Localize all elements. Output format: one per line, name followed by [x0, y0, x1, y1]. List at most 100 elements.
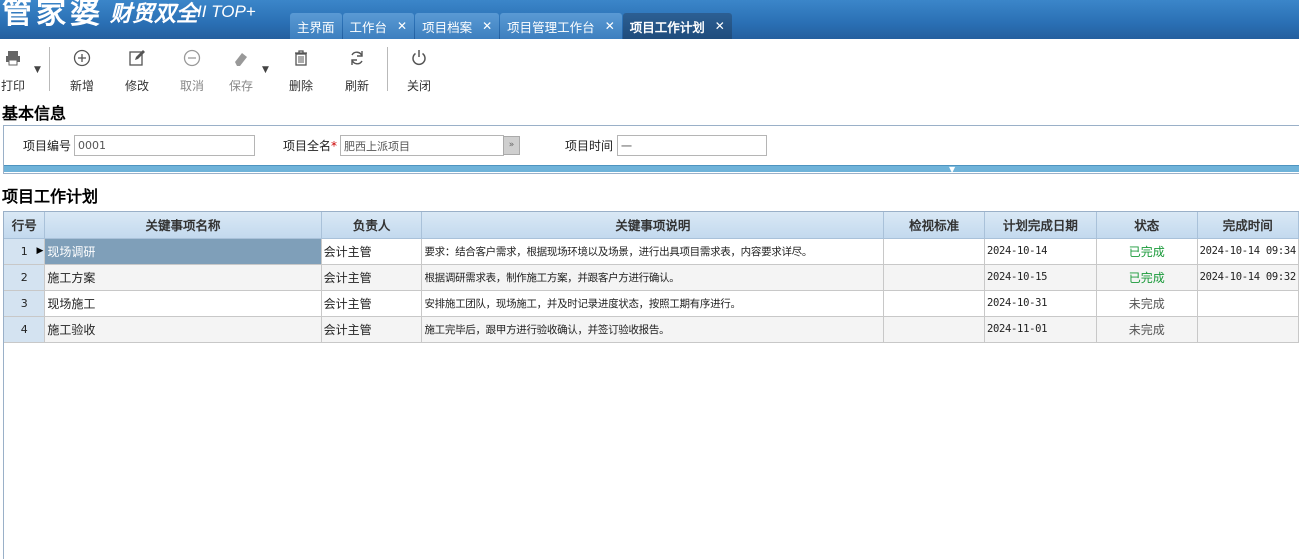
- add-label: 新增: [69, 79, 94, 93]
- refresh-icon: [341, 49, 373, 71]
- lookup-button[interactable]: »: [503, 136, 520, 155]
- eraser-icon: [225, 49, 257, 71]
- table-row[interactable]: 2 施工方案 会计主管 根据调研需求表，制作施工方案，并跟客户方进行确认。 20…: [4, 264, 1299, 291]
- plan-table: 行号 关键事项名称 负责人 关键事项说明 检视标准 计划完成日期 状态 完成时间…: [4, 212, 1299, 343]
- cancel-button[interactable]: 取消: [176, 49, 208, 93]
- table-row[interactable]: 4 施工验收 会计主管 施工完毕后，跟甲方进行验收确认，并签订验收报告。 202…: [4, 316, 1299, 343]
- cell-description[interactable]: 施工完毕后，跟甲方进行验收确认，并签订验收报告。: [421, 316, 885, 343]
- tab-home[interactable]: 主界面: [290, 13, 342, 39]
- collapse-arrow-icon[interactable]: ▼: [949, 166, 955, 174]
- chevron-down-icon[interactable]: ▼: [262, 65, 269, 75]
- tab-project-archive[interactable]: 项目档案 ✕: [415, 13, 500, 39]
- refresh-button[interactable]: 刷新: [341, 49, 373, 93]
- row-number: 3: [4, 290, 46, 317]
- cell-plan-date[interactable]: 2024-10-15: [984, 264, 1097, 291]
- cell-owner[interactable]: 会计主管: [321, 264, 423, 291]
- delete-button[interactable]: 删除: [285, 49, 317, 93]
- plus-circle-icon: [66, 49, 98, 71]
- title-bar: 管家婆 财贸双全 II TOP+ 主界面 工作台 ✕ 项目档案 ✕ 项目管理工作…: [0, 0, 1299, 39]
- cell-standard[interactable]: [883, 316, 985, 343]
- cancel-label: 取消: [179, 79, 204, 93]
- project-name-label: 项目全名*: [283, 137, 337, 154]
- tab-label: 项目管理工作台: [507, 19, 595, 35]
- project-time-label: 项目时间: [565, 139, 614, 153]
- cell-name[interactable]: 现场调研: [44, 238, 322, 265]
- cell-done-time[interactable]: 2024-10-14 09:32: [1197, 264, 1299, 291]
- cell-status[interactable]: 未完成: [1096, 316, 1198, 343]
- table-header-row: 行号 关键事项名称 负责人 关键事项说明 检视标准 计划完成日期 状态 完成时间: [4, 212, 1299, 239]
- cell-status[interactable]: 已完成: [1096, 238, 1198, 265]
- cell-status[interactable]: 未完成: [1096, 290, 1198, 317]
- cell-done-time[interactable]: 2024-10-14 09:34: [1197, 238, 1299, 265]
- cell-name[interactable]: 现场施工: [44, 290, 322, 317]
- cell-status[interactable]: 已完成: [1096, 264, 1198, 291]
- close-label: 关闭: [406, 79, 431, 93]
- col-header-plan-date[interactable]: 计划完成日期: [984, 212, 1097, 239]
- tab-label: 主界面: [297, 19, 335, 35]
- cell-standard[interactable]: [883, 238, 985, 265]
- cell-owner[interactable]: 会计主管: [321, 290, 423, 317]
- cell-plan-date[interactable]: 2024-10-14: [984, 238, 1097, 265]
- cell-owner[interactable]: 会计主管: [321, 238, 423, 265]
- plan-title: 项目工作计划: [2, 187, 99, 206]
- cell-name[interactable]: 施工验收: [44, 316, 322, 343]
- save-button[interactable]: 保存: [225, 49, 257, 93]
- refresh-label: 刷新: [344, 79, 369, 93]
- cell-plan-date[interactable]: 2024-10-31: [984, 290, 1097, 317]
- tab-label: 工作台: [349, 19, 388, 35]
- close-icon[interactable]: ✕: [397, 19, 407, 33]
- col-header-name[interactable]: 关键事项名称: [44, 212, 322, 239]
- add-button[interactable]: 新增: [66, 49, 98, 93]
- tab-project-management-workbench[interactable]: 项目管理工作台 ✕: [500, 13, 622, 39]
- project-code-field[interactable]: [74, 135, 255, 156]
- cell-done-time[interactable]: [1197, 290, 1299, 317]
- cell-description[interactable]: 要求：结合客户需求，根据现场环境以及场景，进行出具项目需求表，内容要求详尽。: [421, 238, 885, 265]
- tab-project-work-plan[interactable]: 项目工作计划 ✕: [622, 13, 732, 39]
- logo-version: II TOP+: [197, 2, 256, 21]
- cell-owner[interactable]: 会计主管: [321, 316, 423, 343]
- cell-description[interactable]: 安排施工团队，现场施工，并及时记录进度状态，按照工期有序进行。: [421, 290, 885, 317]
- basic-info-panel: 项目编号 项目全名* » 项目时间 ▼: [3, 125, 1299, 174]
- close-icon[interactable]: ✕: [605, 19, 615, 33]
- power-icon: [403, 49, 435, 71]
- col-header-status[interactable]: 状态: [1096, 212, 1198, 239]
- edit-label: 修改: [124, 79, 149, 93]
- table-row[interactable]: 1 ▶ 现场调研 会计主管 要求：结合客户需求，根据现场环境以及场景，进行出具项目…: [4, 238, 1299, 265]
- tab-label: 项目档案: [422, 19, 473, 35]
- edit-icon: [121, 49, 153, 71]
- logo-sub: 财贸双全: [110, 1, 199, 27]
- cell-standard[interactable]: [883, 264, 985, 291]
- print-button[interactable]: 打印: [0, 49, 26, 93]
- cell-standard[interactable]: [883, 290, 985, 317]
- col-header-row-no[interactable]: 行号: [4, 212, 46, 239]
- project-time-field[interactable]: [617, 135, 767, 156]
- col-header-standard[interactable]: 检视标准: [883, 212, 985, 239]
- table-row[interactable]: 3 现场施工 会计主管 安排施工团队，现场施工，并及时记录进度状态，按照工期有序…: [4, 290, 1299, 317]
- toolbar: 打印 ▼ 新增 修改 取消 保存 ▼ 删除 刷新 关闭: [0, 39, 1299, 93]
- row-pointer-icon: ▶: [36, 245, 44, 256]
- basic-info-title: 基本信息: [2, 104, 67, 123]
- col-header-owner[interactable]: 负责人: [321, 212, 423, 239]
- save-label: 保存: [228, 79, 253, 93]
- close-icon[interactable]: ✕: [482, 19, 492, 33]
- cell-description[interactable]: 根据调研需求表，制作施工方案，并跟客户方进行确认。: [421, 264, 885, 291]
- panel-splitter[interactable]: ▼: [4, 165, 1299, 174]
- tab-workbench[interactable]: 工作台 ✕: [342, 13, 415, 39]
- tab-label: 项目工作计划: [629, 19, 705, 35]
- required-mark: *: [331, 139, 338, 153]
- project-code-label: 项目编号: [23, 139, 72, 153]
- row-number: 1 ▶: [4, 238, 46, 265]
- project-name-label-text: 项目全名: [283, 139, 332, 153]
- cell-plan-date[interactable]: 2024-11-01: [984, 316, 1097, 343]
- edit-button[interactable]: 修改: [121, 49, 153, 93]
- logo-main: 管家婆: [2, 0, 104, 31]
- close-icon[interactable]: ✕: [715, 19, 725, 33]
- col-header-done-time[interactable]: 完成时间: [1197, 212, 1299, 239]
- chevron-down-icon[interactable]: ▼: [34, 65, 41, 75]
- col-header-description[interactable]: 关键事项说明: [421, 212, 885, 239]
- close-button[interactable]: 关闭: [403, 49, 435, 93]
- printer-icon: [0, 49, 26, 71]
- project-name-field[interactable]: [340, 135, 504, 156]
- cell-name[interactable]: 施工方案: [44, 264, 322, 291]
- cell-done-time[interactable]: [1197, 316, 1299, 343]
